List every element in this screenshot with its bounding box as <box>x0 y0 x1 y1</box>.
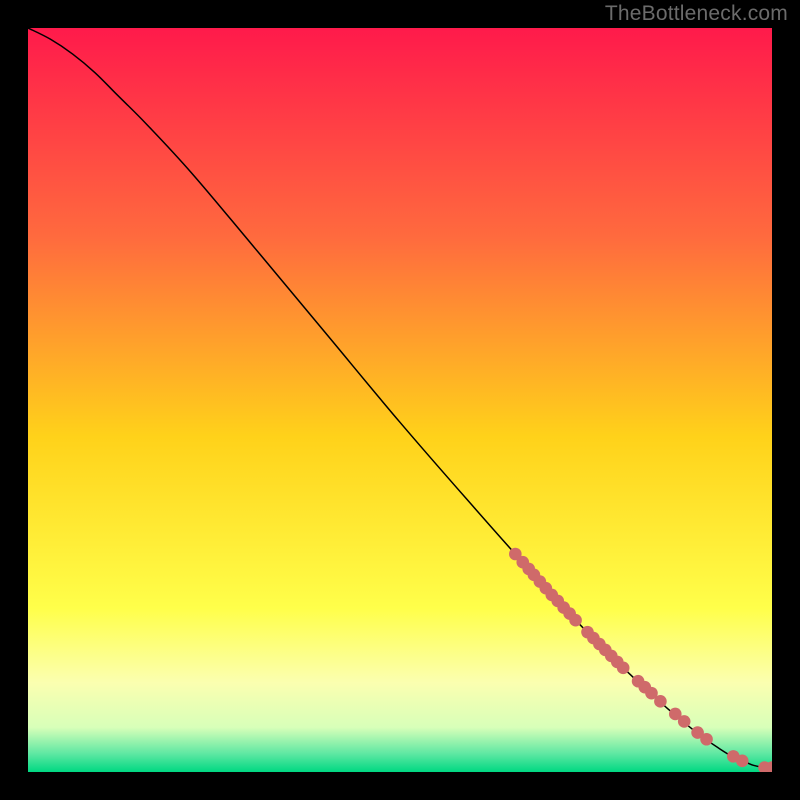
marker-dot <box>617 662 630 675</box>
gradient-background <box>28 28 772 772</box>
marker-dot <box>700 733 713 746</box>
marker-dot <box>678 715 691 728</box>
watermark-text: TheBottleneck.com <box>605 2 788 26</box>
marker-dot <box>569 614 582 627</box>
chart-stage: TheBottleneck.com <box>0 0 800 800</box>
marker-dot <box>736 755 749 768</box>
marker-dot <box>654 695 667 708</box>
chart-svg <box>28 28 772 772</box>
plot-area <box>28 28 772 772</box>
